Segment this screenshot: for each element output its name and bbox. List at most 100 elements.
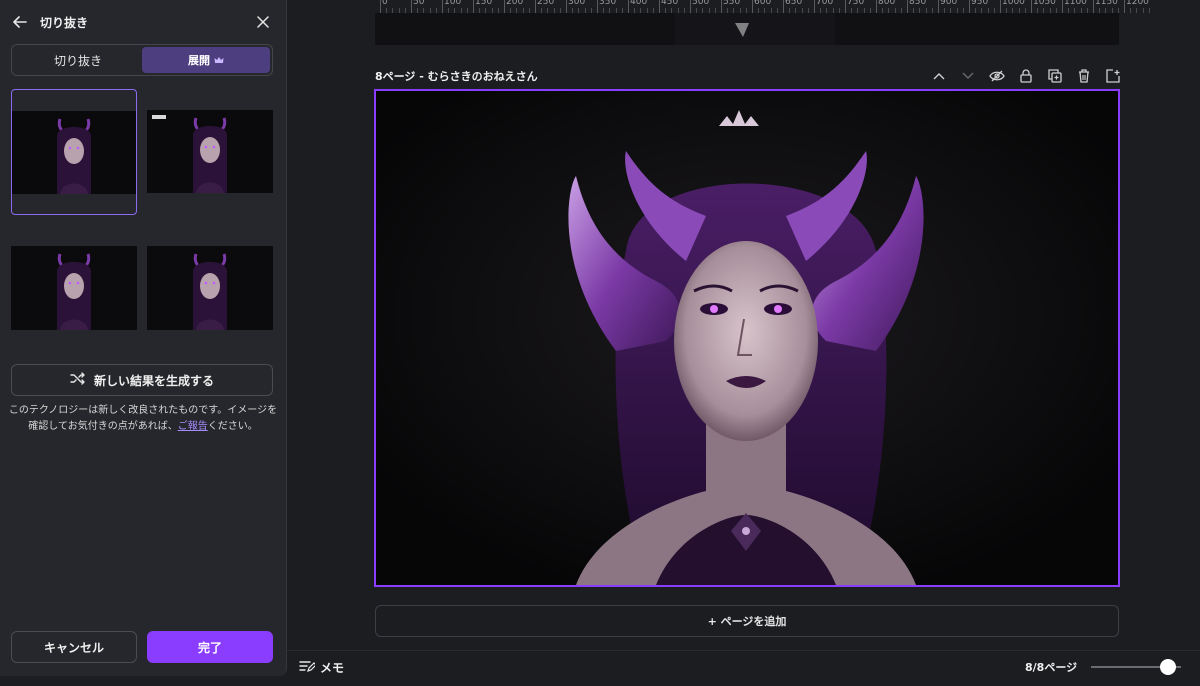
zoom-slider-handle[interactable]: [1159, 659, 1176, 675]
ruler-label: 150: [475, 0, 493, 7]
ruler-label: 50: [413, 0, 425, 7]
demon-woman-portrait: [376, 91, 1118, 585]
ruler-label: 200: [506, 0, 524, 7]
ruler-minor-tick: [1130, 8, 1132, 13]
ruler-label: 1200: [1126, 0, 1149, 7]
ruler-tick: [876, 0, 877, 13]
panel-title: 切り抜き: [40, 16, 89, 30]
ruler-tick: [783, 0, 784, 13]
ruler-tick: [628, 0, 629, 13]
ruler-tick: [1124, 0, 1125, 13]
chevron-down-icon[interactable]: [953, 66, 982, 86]
ruler-label: 650: [785, 0, 803, 7]
memo-button[interactable]: メモ: [299, 659, 344, 676]
result-thumbnail-3[interactable]: [11, 225, 137, 351]
ruler-label: 950: [971, 0, 989, 7]
result-thumbnail-2[interactable]: [147, 89, 273, 215]
ruler-tick: [597, 0, 598, 13]
page-canvas[interactable]: [374, 89, 1120, 587]
trash-icon[interactable]: [1069, 66, 1098, 86]
ruler-label: 1000: [1002, 0, 1025, 7]
ruler-minor-tick: [1148, 8, 1150, 13]
done-button[interactable]: 完了: [147, 631, 273, 663]
ruler-label: 0: [382, 0, 388, 7]
ruler-tick: [535, 0, 536, 13]
ruler-label: 900: [940, 0, 958, 7]
thumbnail-image: [12, 111, 136, 194]
shuffle-icon: [70, 372, 86, 388]
cancel-button[interactable]: キャンセル: [11, 631, 137, 663]
ruler-tick: [1031, 0, 1032, 13]
generate-label: 新しい結果を生成する: [93, 373, 214, 388]
ruler-label: 700: [816, 0, 834, 7]
ruler-label: 250: [537, 0, 555, 7]
ruler-label: 1050: [1033, 0, 1056, 7]
ruler-tick: [969, 0, 970, 13]
lock-icon[interactable]: [1011, 66, 1040, 86]
page-toolbar: [924, 66, 1127, 86]
ruler-tick: [752, 0, 753, 13]
ruler-tick: [411, 0, 412, 13]
notice-text-end: ください。: [207, 421, 258, 432]
bottom-bar: メモ 8/8ページ: [287, 650, 1200, 682]
result-thumbnail-4[interactable]: [147, 225, 273, 351]
tab-crop[interactable]: 切り抜き: [14, 47, 142, 73]
ruler-tick: [380, 0, 381, 13]
ruler-minor-tick: [1142, 8, 1144, 13]
ruler-tick: [504, 0, 505, 13]
ruler-tick: [566, 0, 567, 13]
ruler-label: 1100: [1064, 0, 1087, 7]
back-arrow-icon[interactable]: [10, 12, 30, 32]
add-page-button[interactable]: + ページを追加: [375, 605, 1119, 637]
add-page-icon[interactable]: [1098, 66, 1127, 86]
tab-expand[interactable]: 展開: [142, 47, 270, 73]
hide-page-icon[interactable]: [982, 66, 1011, 86]
ruler-tick: [1062, 0, 1063, 13]
tab-crop-label: 切り抜き: [53, 53, 102, 68]
thumbnail-image: [11, 246, 137, 330]
tab-expand-label: 展開: [188, 54, 210, 67]
report-link[interactable]: ご報告: [178, 421, 208, 432]
ruler-tick: [907, 0, 908, 13]
ruler-label: 550: [723, 0, 741, 7]
ruler-label: 750: [847, 0, 865, 7]
previous-page-preview[interactable]: [375, 13, 1119, 45]
notes-icon: [299, 660, 317, 676]
ruler-label: 600: [754, 0, 772, 7]
ruler-tick: [1000, 0, 1001, 13]
mode-switch: 切り抜き 展開: [11, 44, 273, 76]
result-thumbnail-1[interactable]: [11, 89, 137, 215]
ruler-label: 800: [878, 0, 896, 7]
feedback-notice: このテクノロジーは新しく改良されたものです。イメージを確認してお気付きの点があれ…: [8, 403, 278, 435]
ruler-label: 300: [568, 0, 586, 7]
crop-panel: 切り抜き 切り抜き 展開 新しい結果を生成する このテクノロジーは新しく改良され…: [0, 0, 287, 676]
thumbnail-image: [147, 110, 273, 193]
close-icon[interactable]: [253, 12, 273, 32]
ruler-tick: [690, 0, 691, 13]
page-counter[interactable]: 8/8ページ: [1025, 659, 1077, 675]
memo-label: メモ: [320, 661, 345, 675]
ruler-label: 1150: [1095, 0, 1118, 7]
panel-header: 切り抜き: [0, 0, 287, 44]
ruler-tick: [814, 0, 815, 13]
ruler-tick: [938, 0, 939, 13]
horizontal-ruler: 0 50 100 150 200 250 300 350 400 450 500 550 600 650 7…: [375, 0, 1200, 13]
chevron-up-icon[interactable]: [924, 66, 953, 86]
ruler-label: 100: [444, 0, 462, 7]
thumbnail-image: [147, 246, 273, 330]
ruler-label: 400: [630, 0, 648, 7]
ruler-tick: [1093, 0, 1094, 13]
ruler-tick: [721, 0, 722, 13]
ruler-label: 500: [692, 0, 710, 7]
page-title: 8ページ - むらさきのおねえさん: [375, 70, 538, 83]
ruler-tick: [845, 0, 846, 13]
ruler-label: 850: [909, 0, 927, 7]
ruler-label: 450: [661, 0, 679, 7]
ruler-tick: [442, 0, 443, 13]
crown-icon: [214, 54, 224, 67]
ruler-tick: [473, 0, 474, 13]
ruler-minor-tick: [1136, 8, 1138, 13]
duplicate-icon[interactable]: [1040, 66, 1069, 86]
ruler-tick: [659, 0, 660, 13]
generate-new-results-button[interactable]: 新しい結果を生成する: [11, 364, 273, 396]
